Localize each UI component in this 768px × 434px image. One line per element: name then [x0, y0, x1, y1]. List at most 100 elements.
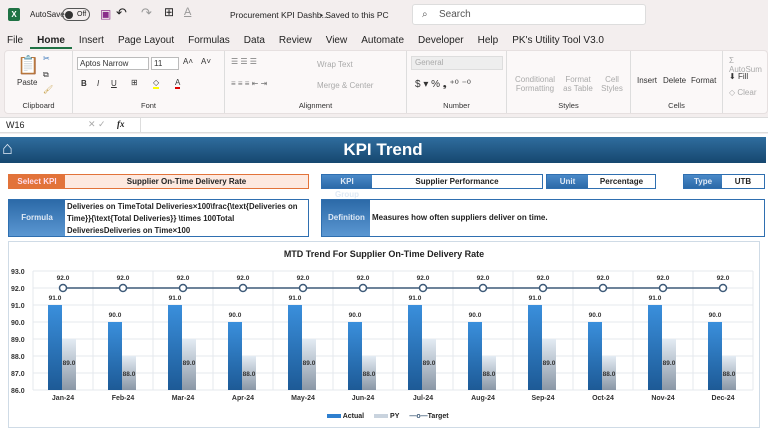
tab-pk-utility[interactable]: PK's Utility Tool V3.0 — [505, 33, 611, 49]
x-tick-label: Jun-24 — [352, 395, 375, 402]
tab-insert[interactable]: Insert — [72, 33, 111, 49]
tab-data[interactable]: Data — [237, 33, 272, 49]
search-box[interactable]: ⌕ Search — [412, 4, 646, 25]
data-label-py: 88.0 — [123, 371, 136, 378]
select-kpi-field[interactable]: Select KPI Supplier On-Time Delivery Rat… — [8, 174, 309, 189]
tab-file[interactable]: File — [0, 33, 30, 49]
unit-value: Percentage — [588, 175, 655, 188]
clear-button[interactable]: ◇ Clear — [729, 88, 757, 97]
number-format-select[interactable]: General — [411, 56, 503, 70]
type-label: Type — [684, 175, 722, 188]
insert-cells-button[interactable]: Insert — [637, 76, 657, 85]
y-tick-label: 88.0 — [11, 354, 25, 361]
autosave-label: AutoSave — [30, 10, 65, 19]
align-left-icon[interactable]: ≡ ≡ ≡ ⇤ ⇥ — [231, 79, 267, 88]
bold-icon[interactable]: B — [81, 79, 87, 88]
legend-py-swatch — [374, 414, 389, 419]
wrap-text-button[interactable]: Wrap Text — [317, 60, 353, 69]
formula-input[interactable] — [140, 118, 768, 132]
x-tick-label: Mar-24 — [172, 395, 195, 402]
bar-actual — [48, 305, 62, 390]
border-icon[interactable]: ⊞ — [131, 78, 138, 87]
format-painter-icon[interactable]: 🖌 — [43, 85, 53, 94]
target-marker — [418, 283, 428, 293]
align-top-icon[interactable]: ☰ ☰ ☰ — [231, 57, 257, 66]
decrease-font-icon[interactable]: A˅ — [201, 57, 211, 66]
target-marker — [598, 283, 608, 293]
conditional-formatting-button[interactable]: Conditional Formatting — [515, 75, 555, 93]
excel-icon: X — [8, 8, 20, 21]
font-label: Font — [140, 101, 156, 110]
home-icon[interactable]: ⌂ — [2, 138, 13, 159]
trend-chart: MTD Trend For Supplier On-Time Delivery … — [8, 241, 760, 428]
tab-home[interactable]: Home — [30, 33, 72, 49]
data-label-target: 92.0 — [477, 275, 490, 282]
data-label-actual: 91.0 — [169, 295, 182, 302]
name-box[interactable]: W16 — [6, 120, 25, 130]
undo-icon[interactable]: ↶ — [116, 5, 127, 21]
merge-center-button[interactable]: Merge & Center — [317, 81, 373, 90]
formula-field: Formula Deliveries on TimeTotal Deliveri… — [8, 199, 309, 237]
data-label-actual: 90.0 — [109, 312, 122, 319]
target-marker — [118, 283, 128, 293]
title-bar: X AutoSave Off ▣ ↶ ↷ ⊞ A Procurement KPI… — [0, 0, 768, 30]
paste-icon[interactable]: 📋 — [17, 55, 39, 76]
tab-view[interactable]: View — [319, 33, 355, 49]
cell-styles-button[interactable]: Cell Styles — [599, 75, 625, 93]
save-status[interactable]: • Saved to this PC — [320, 10, 389, 20]
fx-icon[interactable]: fx — [117, 119, 125, 129]
tab-automate[interactable]: Automate — [354, 33, 411, 49]
y-tick-label: 87.0 — [11, 371, 25, 378]
delete-cells-button[interactable]: Delete — [663, 76, 686, 85]
cut-icon[interactable]: ✂ — [43, 54, 50, 63]
font-color-icon[interactable]: A — [175, 78, 181, 89]
select-kpi-value[interactable]: Supplier On-Time Delivery Rate — [65, 175, 308, 188]
styles-group: Conditional Formatting Format as Table C… — [507, 51, 631, 113]
alignment-group: ☰ ☰ ☰ ≡ ≡ ≡ ⇤ ⇥ Wrap Text Merge & Center… — [225, 51, 407, 113]
borders-icon[interactable]: ⊞ — [164, 5, 174, 19]
increase-font-icon[interactable]: A˄ — [183, 57, 193, 66]
tab-formulas[interactable]: Formulas — [181, 33, 237, 49]
redo-icon[interactable]: ↷ — [141, 5, 152, 21]
copy-icon[interactable]: ⧉ — [43, 70, 49, 80]
data-label-py: 88.0 — [243, 371, 256, 378]
underline-icon[interactable]: U — [111, 79, 117, 88]
kpi-group-label: KPI Group — [322, 175, 372, 199]
format-cells-button[interactable]: Format — [691, 76, 716, 85]
paste-button[interactable]: Paste — [17, 78, 37, 87]
tab-help[interactable]: Help — [471, 33, 506, 49]
bar-actual — [588, 322, 602, 390]
fill-button[interactable]: ⬇ Fill — [729, 72, 748, 81]
italic-icon[interactable]: I — [97, 79, 99, 88]
fill-color-icon[interactable]: ◇ — [153, 78, 160, 89]
target-marker — [538, 283, 548, 293]
alignment-label: Alignment — [298, 101, 333, 110]
autosave-toggle[interactable]: Off — [62, 8, 90, 21]
font-size-select[interactable]: 11 — [151, 57, 179, 70]
cancel-icon[interactable]: ✕ ✓ — [88, 119, 106, 130]
search-icon: ⌕ — [422, 9, 428, 20]
data-label-target: 92.0 — [177, 275, 190, 282]
tab-review[interactable]: Review — [272, 33, 319, 49]
font-group: Aptos Narrow 11 A˄ A˅ B I U ⊞ ◇ A Font — [73, 51, 225, 113]
currency-icon[interactable]: $ ▾ % ❟ ⁺⁰ ⁻⁰ — [415, 79, 471, 90]
tab-developer[interactable]: Developer — [411, 33, 471, 49]
bar-actual — [468, 322, 482, 390]
format-as-table-button[interactable]: Format as Table — [561, 75, 595, 93]
x-tick-label: Oct-24 — [592, 395, 614, 402]
definition-label: Definition — [322, 200, 370, 236]
ribbon: 📋 Paste ✂ ⧉ 🖌 Clipboard Aptos Narrow 11 … — [4, 50, 768, 114]
font-color-icon[interactable]: A — [184, 6, 191, 18]
tab-page-layout[interactable]: Page Layout — [111, 33, 181, 49]
font-name-select[interactable]: Aptos Narrow — [77, 57, 149, 70]
data-label-actual: 90.0 — [349, 312, 362, 319]
formula-label: Formula — [9, 200, 65, 236]
target-marker — [358, 283, 368, 293]
data-label-target: 92.0 — [657, 275, 670, 282]
target-marker — [718, 283, 728, 293]
save-icon[interactable]: ▣ — [100, 7, 111, 21]
kpi-group-field: KPI Group Supplier Performance — [321, 174, 543, 199]
x-tick-label: Nov-24 — [651, 395, 674, 402]
x-tick-label: Dec-24 — [712, 395, 735, 402]
legend-target-swatch: —o— — [409, 413, 428, 420]
